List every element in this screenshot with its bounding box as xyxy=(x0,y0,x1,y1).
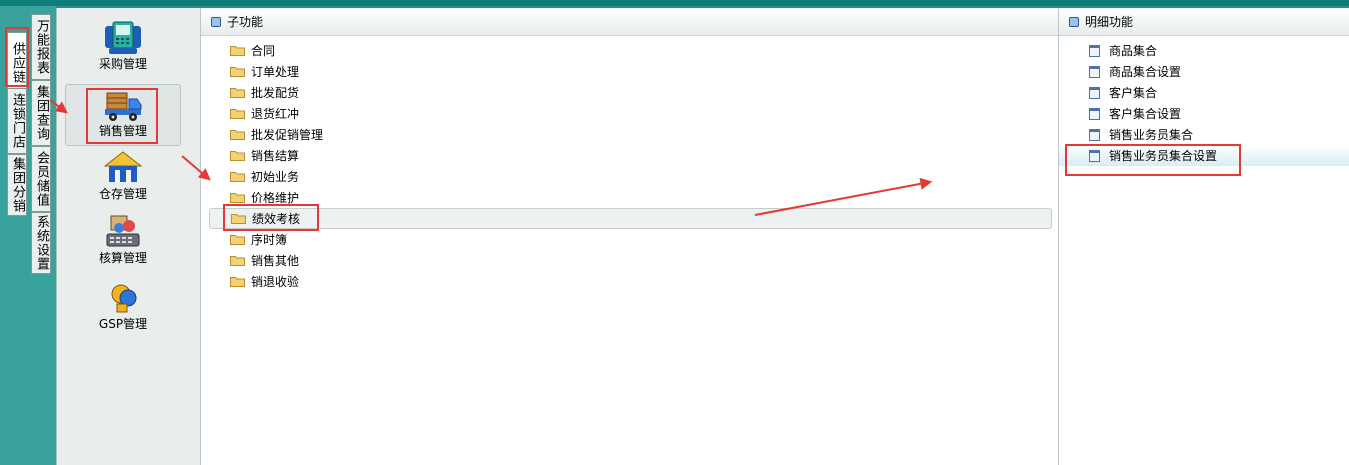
sub-function-item[interactable]: 批发配货 xyxy=(209,82,1052,103)
sub-function-list: 合同订单处理批发配货退货红冲批发促销管理 销售结算初始业务价格维护绩效考核序时簿销… xyxy=(209,40,1052,292)
folder-icon xyxy=(231,214,246,224)
warehouse-icon xyxy=(103,151,143,182)
detail-function-label: 销售业务员集合 xyxy=(1109,128,1194,142)
sub-function-label: 销售结算 xyxy=(251,149,300,163)
vtab-supply-chain[interactable]: 供应链 xyxy=(7,32,27,94)
sub-function-label: 销退收验 xyxy=(251,275,300,289)
detail-function-item[interactable]: 商品集合设置 xyxy=(1059,61,1349,82)
sub-function-item[interactable]: 订单处理 xyxy=(209,61,1052,82)
panel-bullet-icon xyxy=(1069,16,1079,27)
sub-function-label: 合同 xyxy=(251,44,276,58)
module-purchase[interactable]: 采购管理 xyxy=(65,18,181,76)
sub-function-item[interactable]: 绩效考核 xyxy=(209,208,1052,229)
gsp-icon xyxy=(111,284,137,313)
document-icon xyxy=(1089,44,1100,57)
vertical-tab-strip: 供应链 连锁门店 集团分销 万能报表 集团查询 会员储值 系统设置 xyxy=(0,6,56,465)
vtab-group-distribution[interactable]: 集团分销 xyxy=(7,154,27,216)
module-gsp[interactable]: GSP管理 xyxy=(65,278,181,336)
sub-function-label: 退货红冲 xyxy=(251,107,300,121)
document-icon xyxy=(1089,149,1100,162)
detail-function-panel: 明细功能 商品集合商品集合设置 客户集合客户集合设置 销售业务员集合销售业务员集合设… xyxy=(1058,8,1349,465)
document-icon xyxy=(1089,65,1100,78)
sub-function-item[interactable]: 序时簿 xyxy=(209,229,1052,250)
folder-icon xyxy=(230,256,245,266)
sub-function-label: 初始业务 xyxy=(251,170,300,184)
vtab-system-settings[interactable]: 系统设置 xyxy=(31,212,51,274)
document-icon xyxy=(1089,128,1100,141)
document-icon xyxy=(1089,86,1100,99)
detail-function-item[interactable]: 客户集合设置 xyxy=(1059,103,1349,124)
sales-truck-icon xyxy=(105,92,142,121)
detail-function-list: 商品集合商品集合设置 客户集合客户集合设置 销售业务员集合销售业务员集合设置 xyxy=(1059,40,1349,166)
detail-function-item[interactable]: 客户集合 xyxy=(1059,82,1349,103)
detail-function-header: 明细功能 xyxy=(1059,8,1349,36)
folder-icon xyxy=(230,130,245,140)
sub-function-item[interactable]: 价格维护 xyxy=(209,187,1052,208)
sub-function-label: 序时簿 xyxy=(251,233,288,247)
accounting-icon xyxy=(106,215,140,247)
sub-function-panel: 子功能 合同订单处理批发配货退货红冲批发促销管理 销售结算初始业务价格维护绩效考核… xyxy=(200,8,1058,465)
detail-function-item[interactable]: 销售业务员集合设置 xyxy=(1059,145,1349,166)
folder-icon xyxy=(230,151,245,161)
sub-function-item[interactable]: 退货红冲 xyxy=(209,103,1052,124)
sub-function-label: 价格维护 xyxy=(251,191,300,205)
module-sales[interactable]: 销售管理 xyxy=(65,84,181,146)
module-label: 核算管理 xyxy=(98,251,147,265)
folder-icon xyxy=(230,277,245,287)
module-label: 采购管理 xyxy=(98,57,147,71)
folder-icon xyxy=(230,193,245,203)
detail-function-label: 客户集合 xyxy=(1109,86,1158,100)
panel-title: 子功能 xyxy=(227,15,264,29)
sub-function-label: 批发促销管理 xyxy=(251,128,324,142)
document-icon xyxy=(1089,107,1100,120)
sub-function-label: 订单处理 xyxy=(251,65,300,79)
sub-function-item[interactable]: 销售结算 xyxy=(209,145,1052,166)
sub-function-label: 销售其他 xyxy=(251,254,300,268)
folder-icon xyxy=(230,46,245,56)
panel-title: 明细功能 xyxy=(1085,15,1134,29)
module-label: 销售管理 xyxy=(98,124,147,138)
folder-icon xyxy=(230,172,245,182)
vtab-universal-reports[interactable]: 万能报表 xyxy=(31,14,51,80)
module-label: 仓存管理 xyxy=(98,187,147,201)
vtab-group-query[interactable]: 集团查询 xyxy=(31,80,51,146)
module-label: GSP管理 xyxy=(98,317,148,331)
vtab-chain-stores[interactable]: 连锁门店 xyxy=(7,88,27,154)
module-panel: 采购管理 销售管理 仓存管理 核算管理 GSP管理 xyxy=(56,8,200,465)
vtab-member-deposit[interactable]: 会员储值 xyxy=(31,146,51,212)
sub-function-item[interactable]: 合同 xyxy=(209,40,1052,61)
panel-bullet-icon xyxy=(211,16,221,27)
folder-icon xyxy=(230,235,245,245)
detail-function-item[interactable]: 商品集合 xyxy=(1059,40,1349,61)
sub-function-item[interactable]: 销售其他 xyxy=(209,250,1052,271)
sub-function-item[interactable]: 批发促销管理 xyxy=(209,124,1052,145)
sub-function-item[interactable]: 初始业务 xyxy=(209,166,1052,187)
module-warehouse[interactable]: 仓存管理 xyxy=(65,148,181,206)
purchase-icon xyxy=(105,21,141,54)
sub-function-label: 批发配货 xyxy=(251,86,300,100)
detail-function-label: 销售业务员集合设置 xyxy=(1109,149,1218,163)
detail-function-label: 客户集合设置 xyxy=(1109,107,1182,121)
folder-icon xyxy=(230,109,245,119)
folder-icon xyxy=(230,67,245,77)
detail-function-label: 商品集合设置 xyxy=(1109,65,1182,79)
detail-function-item[interactable]: 销售业务员集合 xyxy=(1059,124,1349,145)
detail-function-label: 商品集合 xyxy=(1109,44,1158,58)
sub-function-label: 绩效考核 xyxy=(252,212,301,226)
sub-function-item[interactable]: 销退收验 xyxy=(209,271,1052,292)
module-accounting[interactable]: 核算管理 xyxy=(65,212,181,270)
sub-function-header: 子功能 xyxy=(201,8,1058,36)
top-bar xyxy=(0,0,1349,6)
folder-icon xyxy=(230,88,245,98)
